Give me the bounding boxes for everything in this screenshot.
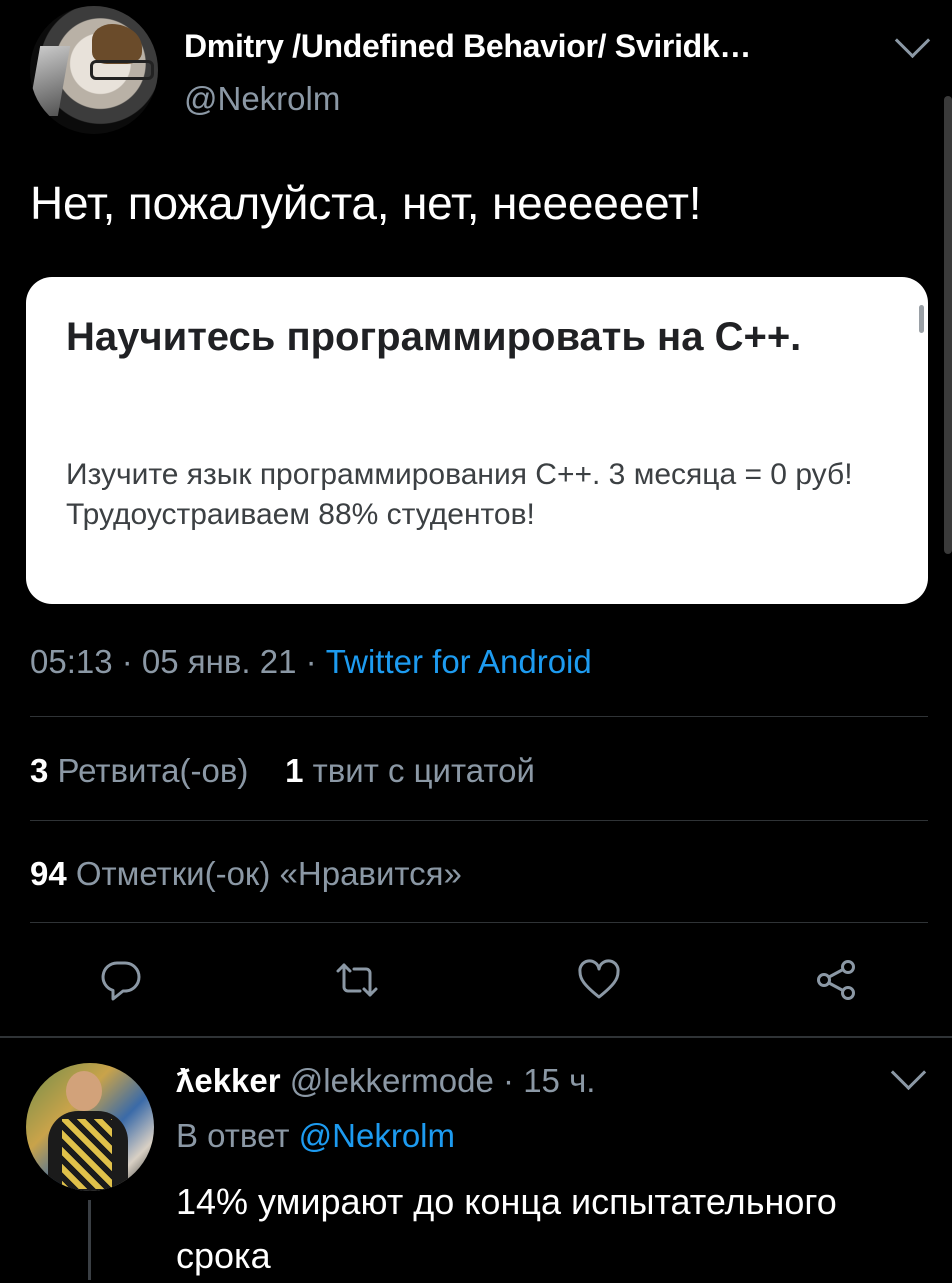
chevron-down-icon[interactable] (894, 22, 931, 59)
section-divider (0, 1036, 952, 1038)
reply-author-avatar[interactable] (26, 1063, 154, 1191)
tweet-time: 05:13 (30, 643, 113, 680)
reply-text: 14% умирают до конца испытательного срок… (176, 1181, 837, 1276)
tweet-source-link[interactable]: Twitter for Android (326, 643, 592, 680)
reply-author-name[interactable]: ƛekker (176, 1062, 281, 1099)
likes-label: Отметки(-ок) «Нравится» (75, 855, 462, 892)
author-avatar[interactable] (30, 6, 158, 134)
reply-icon[interactable] (96, 955, 146, 1005)
reply-to-line: В ответ @Nekrolm (176, 1117, 455, 1155)
likes-count: 94 (30, 855, 67, 892)
likes-stat[interactable]: 94 Отметки(-ок) «Нравится» (30, 855, 462, 893)
retweets-label: Ретвита(-ов) (57, 752, 249, 789)
meta-separator: · (503, 1062, 524, 1099)
tweet-text: Нет, пожалуйста, нет, неееееет! (30, 177, 702, 229)
reply-to-mention[interactable]: @Nekrolm (299, 1117, 455, 1154)
reply-time: 15 ч. (523, 1062, 596, 1099)
thread-line (88, 1200, 91, 1280)
retweet-icon[interactable] (332, 955, 382, 1005)
retweets-stat[interactable]: 3 Ретвита(-ов) (30, 752, 248, 789)
card-body: Изучите язык программирования C++. 3 мес… (66, 458, 853, 531)
retweets-count: 3 (30, 752, 49, 789)
quotes-stat[interactable]: 1 твит с цитатой (285, 752, 535, 789)
divider (30, 922, 928, 923)
retweet-quote-stats: 3 Ретвита(-ов) 1 твит с цитатой (30, 752, 535, 790)
card-title: Научитесь программировать на C++. (66, 315, 802, 359)
chevron-down-icon[interactable] (890, 1054, 927, 1091)
author-display-name[interactable]: Dmitry /Undefined Behavior/ Sviridk… (184, 28, 751, 65)
tweet-date: 05 янв. 21 (141, 643, 297, 680)
meta-separator: · (296, 643, 326, 680)
quotes-label: твит с цитатой (312, 752, 535, 789)
quoted-card[interactable]: Научитесь программировать на C++. Изучит… (26, 277, 928, 604)
tweet-meta: 05:13 · 05 янв. 21 · Twitter for Android (30, 643, 592, 681)
like-icon[interactable] (574, 955, 624, 1005)
divider (30, 820, 928, 821)
quotes-count: 1 (285, 752, 304, 789)
author-handle[interactable]: @Nekrolm (184, 80, 340, 118)
reply-to-label: В ответ (176, 1117, 290, 1154)
reply-author-handle[interactable]: @lekkermode (290, 1062, 494, 1099)
card-scrollbar (919, 305, 924, 333)
meta-separator: · (112, 643, 142, 680)
reply-header: ƛekker @lekkermode · 15 ч. (176, 1062, 595, 1100)
divider (30, 716, 928, 717)
share-icon[interactable] (812, 955, 862, 1005)
scrollbar[interactable] (944, 96, 952, 554)
